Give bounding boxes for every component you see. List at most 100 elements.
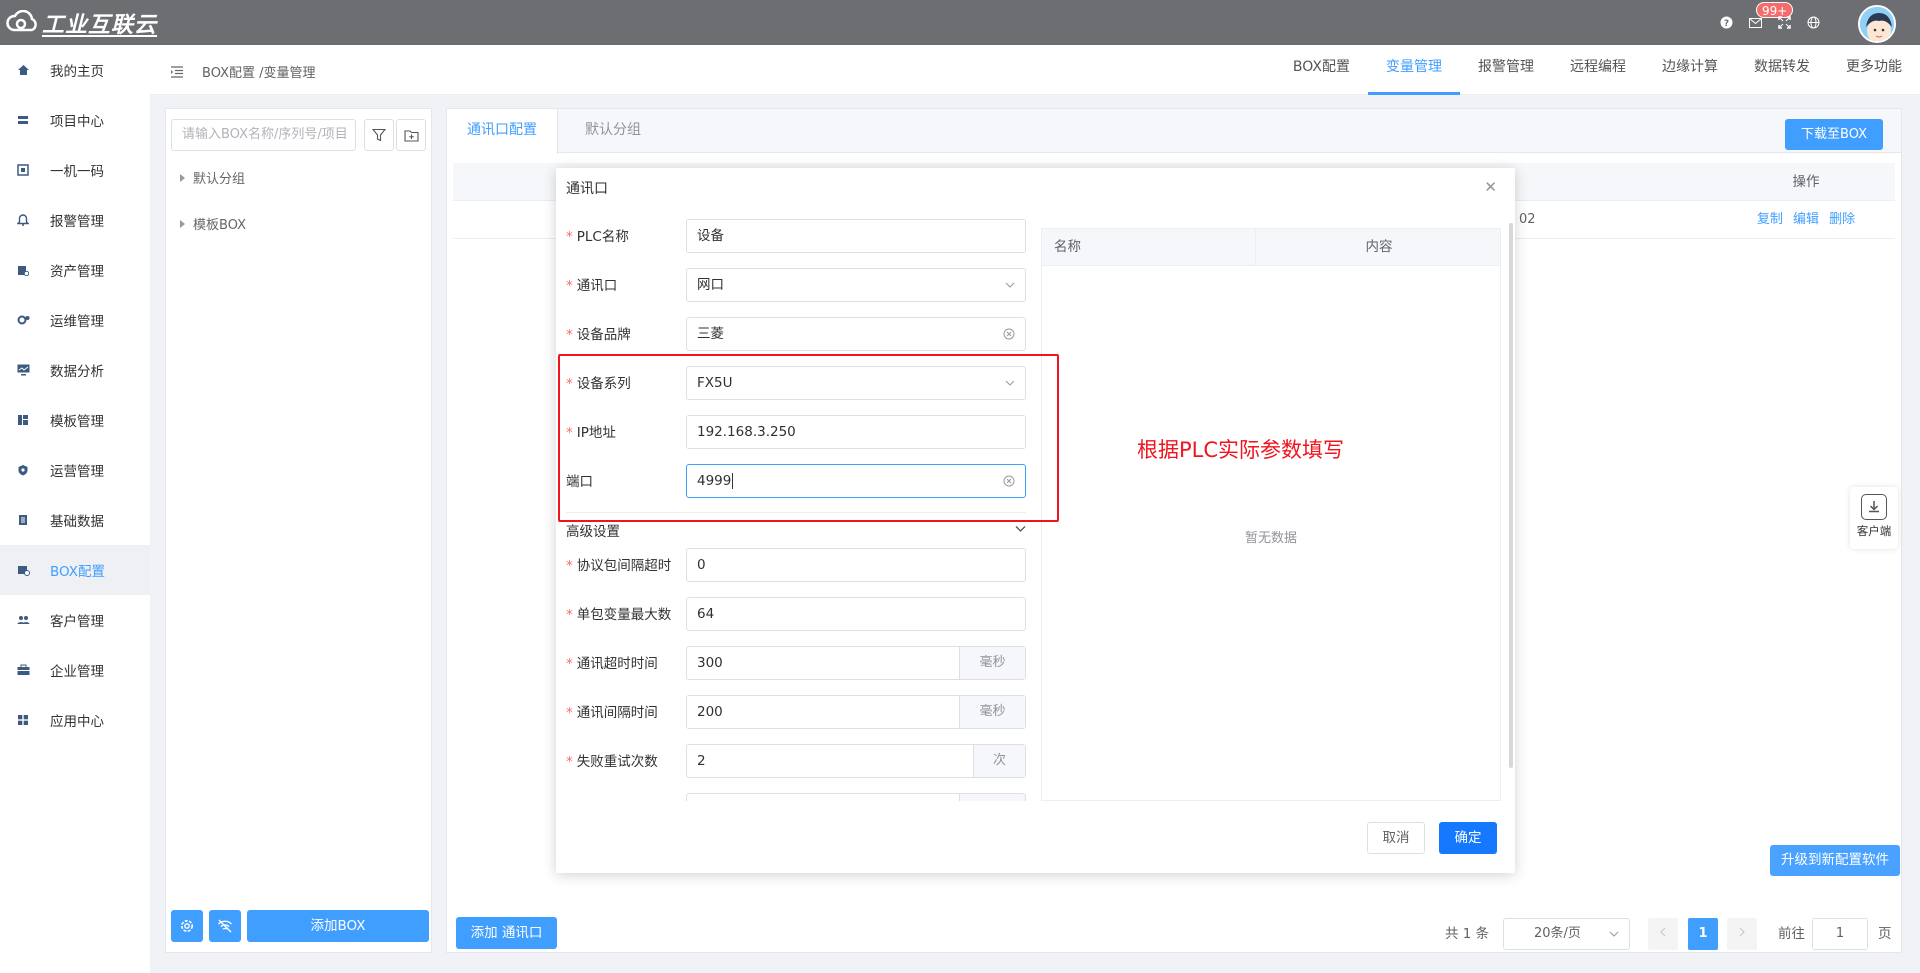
prev-page-button[interactable] [1648, 918, 1678, 950]
gear-icon [181, 920, 193, 932]
copy-link[interactable]: 复制 [1757, 212, 1783, 227]
brand-select-value: 三菱 [697, 326, 724, 342]
box-search-input[interactable]: 请输入BOX名称/序列号/项目 [171, 119, 356, 151]
plc-name-input[interactable]: 设备 [686, 219, 1026, 253]
globe-icon[interactable] [1805, 15, 1821, 31]
field-label: * 设备品牌 [566, 327, 631, 343]
wifi-off-icon [218, 919, 232, 933]
page-unit-label: 页 [1878, 926, 1892, 942]
sidebar-item-analytics[interactable]: 数据分析 [0, 345, 150, 395]
field-comm-interval: * 通讯间隔时间 200 毫秒 [556, 695, 1026, 729]
tab-data-forwarding[interactable]: 数据转发 [1736, 45, 1828, 95]
brand-logo[interactable]: 工业互联云 [6, 9, 157, 38]
empty-state: 暂无数据 [1244, 531, 1297, 546]
monitor-icon [16, 363, 30, 377]
next-page-button[interactable] [1727, 918, 1757, 950]
settings-button[interactable] [171, 910, 203, 942]
comm-interval-input[interactable]: 200 毫秒 [686, 695, 1026, 729]
cancel-button[interactable]: 取消 [1367, 822, 1425, 854]
page-number-current[interactable]: 1 [1688, 918, 1718, 950]
edit-link[interactable]: 编辑 [1793, 212, 1819, 227]
page-header: BOX配置 /变量管理 BOX配置 变量管理 报警管理 远程编程 边缘计算 数据… [150, 45, 1920, 95]
briefcase-icon [16, 663, 30, 677]
tab-port-config[interactable]: 通讯口配置 [447, 109, 558, 154]
main-tabs: 通讯口配置 默认分组 下载至BOX [447, 109, 1901, 154]
page-size-select[interactable]: 20条/页 [1503, 918, 1630, 950]
box-icon [16, 563, 30, 577]
parameter-table-header: 名称 内容 [1042, 229, 1500, 266]
mail-icon[interactable] [1747, 15, 1763, 31]
tab-alarm-mgmt[interactable]: 报警管理 [1460, 45, 1552, 95]
users-icon [16, 613, 30, 627]
download-icon [1861, 494, 1887, 520]
tab-box-config[interactable]: BOX配置 [1275, 45, 1368, 95]
port-select[interactable]: 网口 [686, 268, 1026, 302]
tab-more-functions[interactable]: 更多功能 [1828, 45, 1920, 95]
add-box-button[interactable]: 添加BOX [247, 910, 429, 942]
sidebar-item-alarms[interactable]: 报警管理 [0, 195, 150, 245]
chevron-right-icon [1739, 927, 1745, 937]
field-port: * 通讯口 网口 [556, 268, 1026, 302]
tab-edge-computing[interactable]: 边缘计算 [1644, 45, 1736, 95]
sidebar-item-enterprise[interactable]: 企业管理 [0, 645, 150, 695]
advanced-settings-toggle[interactable]: 高级设置 [566, 512, 1026, 542]
annotation-text: 根据PLC实际参数填写 [1137, 438, 1345, 462]
clear-circle-icon[interactable] [1003, 328, 1015, 340]
close-icon[interactable]: ✕ [1484, 178, 1497, 196]
sidebar-item-customers[interactable]: 客户管理 [0, 595, 150, 645]
confirm-button[interactable]: 确定 [1439, 822, 1497, 854]
sidebar-item-assets[interactable]: 资产管理 [0, 245, 150, 295]
sidebar-item-templates[interactable]: 模板管理 [0, 395, 150, 445]
sidebar-item-home[interactable]: 我的主页 [0, 45, 150, 95]
column-name: 名称 [1054, 239, 1081, 255]
add-folder-button[interactable] [396, 119, 426, 151]
parameter-table: 名称 内容 暂无数据 [1041, 228, 1501, 801]
upgrade-config-software-button[interactable]: 升级到新配置软件 [1770, 845, 1900, 876]
tab-variable-mgmt[interactable]: 变量管理 [1368, 45, 1460, 95]
comm-timeout-input[interactable]: 300 毫秒 [686, 646, 1026, 680]
user-avatar[interactable] [1858, 5, 1896, 43]
packet-interval-timeout-input[interactable]: 0 [686, 548, 1026, 582]
sidebar-item-label: 项目中心 [50, 114, 104, 130]
add-port-button[interactable]: 添加 通讯口 [456, 917, 557, 949]
sidebar-item-box-config[interactable]: BOX配置 [0, 545, 150, 595]
fullscreen-icon[interactable] [1776, 15, 1792, 31]
sidebar-item-operation-mgmt[interactable]: 运营管理 [0, 445, 150, 495]
tree-node-default-group[interactable]: 默认分组 [180, 168, 245, 187]
filter-button[interactable] [364, 119, 394, 151]
help-icon[interactable]: ? [1718, 15, 1734, 31]
tab-default-group[interactable]: 默认分组 [565, 109, 661, 153]
sidebar-item-qrcode[interactable]: 一机一码 [0, 145, 150, 195]
wifi-off-button[interactable] [209, 910, 241, 942]
filter-icon [372, 128, 386, 142]
tree-node-template-box[interactable]: 模板BOX [180, 214, 246, 233]
field-max-vars-per-packet: * 单包变量最大数 64 [556, 597, 1026, 631]
home-icon [16, 63, 30, 77]
sidebar-item-apps[interactable]: 应用中心 [0, 695, 150, 745]
template-icon [16, 413, 30, 427]
dialog-scrollbar[interactable] [1509, 223, 1513, 768]
client-download-float[interactable]: 客户端 [1850, 487, 1898, 549]
field-label: * 失败重试次数 [566, 754, 658, 770]
goto-page-input[interactable]: 1 [1812, 918, 1868, 950]
caret-right-icon [180, 173, 185, 182]
left-panel-actions: 添加BOX [171, 910, 429, 942]
folder-add-icon [403, 129, 419, 142]
delete-link[interactable]: 删除 [1829, 212, 1855, 227]
download-to-box-button[interactable]: 下载至BOX [1785, 119, 1883, 150]
sidebar-item-projects[interactable]: 项目中心 [0, 95, 150, 145]
retry-count-input[interactable]: 2 次 [686, 744, 1026, 778]
menu-fold-icon[interactable] [170, 65, 184, 78]
tab-remote-programming[interactable]: 远程编程 [1552, 45, 1644, 95]
field-retry-count: * 失败重试次数 2 次 [556, 744, 1026, 778]
sidebar-item-operations[interactable]: 运维管理 [0, 295, 150, 345]
port-select-value: 网口 [697, 277, 724, 293]
field-packet-interval-timeout: * 协议包间隔超时 0 [556, 548, 1026, 582]
sidebar-item-label: 我的主页 [50, 64, 104, 80]
sidebar-item-basic-data[interactable]: 基础数据 [0, 495, 150, 545]
clipped-field [686, 793, 1026, 801]
sidebar-item-label: 资产管理 [50, 264, 104, 280]
max-vars-per-packet-input[interactable]: 64 [686, 597, 1026, 631]
table-cell-fragment: 02 [1519, 212, 1536, 227]
brand-select[interactable]: 三菱 [686, 317, 1026, 351]
